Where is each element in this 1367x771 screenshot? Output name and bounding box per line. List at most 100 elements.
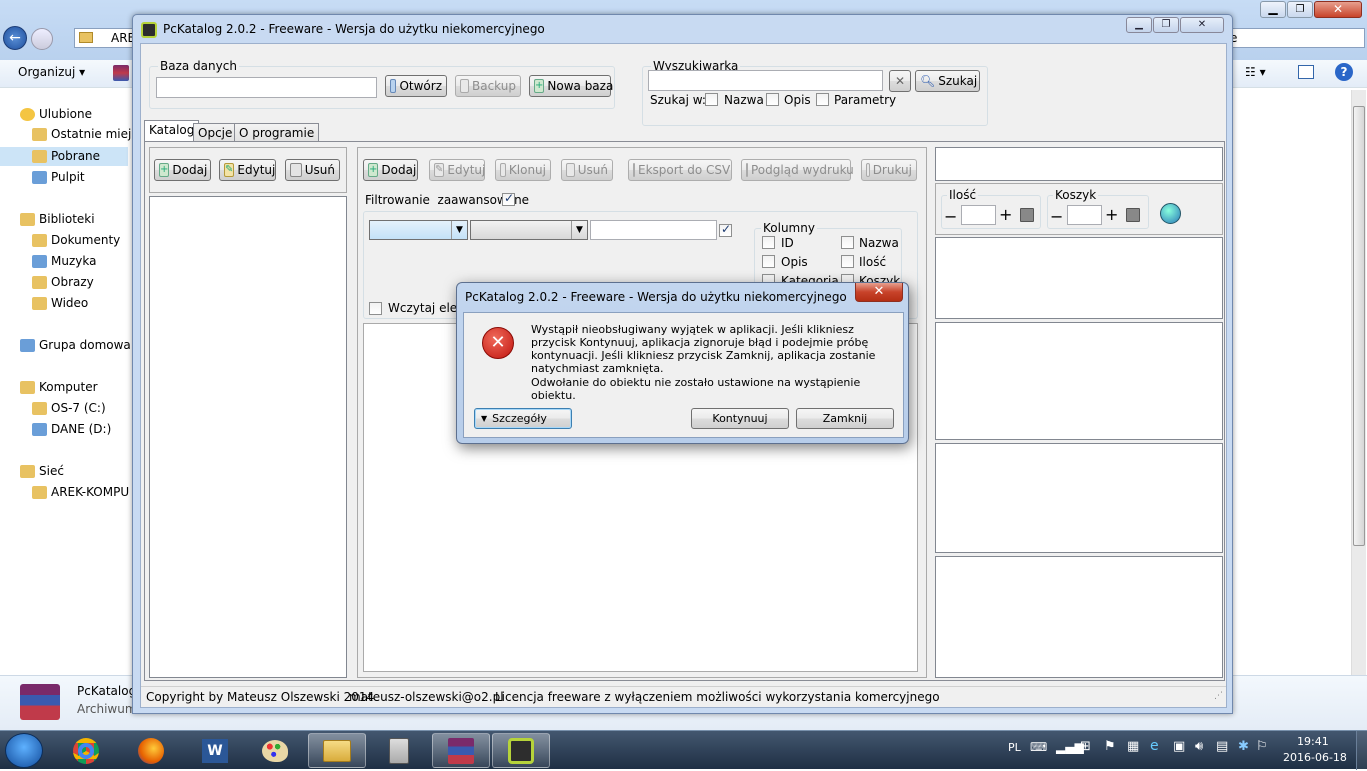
delete-item-button[interactable]: Usuń <box>561 159 613 181</box>
print-preview-button[interactable]: Podgląd wydruku <box>741 159 854 181</box>
export-csv-button[interactable]: Eksport do CSV <box>628 159 732 181</box>
windows-flag-icon[interactable]: ⊞ <box>1080 739 1091 754</box>
explorer-search-input[interactable]: e <box>1225 28 1365 48</box>
resize-grip-icon[interactable]: ⋰ <box>1214 691 1223 701</box>
nav-item-desktop[interactable]: Pulpit <box>32 170 85 184</box>
nav-item-drive-c[interactable]: OS-7 (C:) <box>32 401 106 415</box>
filter-value-input[interactable] <box>590 220 717 240</box>
column-name-checkbox[interactable] <box>841 236 854 249</box>
new-database-button[interactable]: + Nowa baza <box>529 75 613 97</box>
quantity-minus-icon[interactable]: − <box>944 207 957 226</box>
cart-plus-icon[interactable]: + <box>1105 205 1118 224</box>
print-button[interactable]: Drukuj <box>861 159 917 181</box>
quantity-plus-icon[interactable]: + <box>999 205 1012 224</box>
column-quantity-checkbox[interactable] <box>841 255 854 268</box>
help-icon[interactable]: ? <box>1335 63 1353 81</box>
pckatalog-taskbar-button[interactable] <box>492 733 550 768</box>
search-input[interactable] <box>648 70 883 91</box>
search-in-parameters-checkbox[interactable] <box>816 93 829 106</box>
flag-icon[interactable]: ⚐ <box>1256 739 1268 754</box>
forward-button[interactable] <box>31 28 53 50</box>
tab-catalog[interactable]: Katalog <box>144 120 200 141</box>
nav-item-homegroup[interactable]: Grupa domowa <box>20 338 131 352</box>
quantity-save-icon[interactable] <box>1020 208 1034 222</box>
column-description-checkbox[interactable] <box>762 255 775 268</box>
filter-operator-combo[interactable]: ▼ <box>470 220 588 240</box>
cart-minus-icon[interactable]: − <box>1050 207 1063 226</box>
app-maximize-icon[interactable]: ❐ <box>1153 17 1179 33</box>
start-button[interactable] <box>5 733 43 768</box>
nav-item-video[interactable]: Wideo <box>32 296 88 310</box>
winrar-taskbar-button[interactable] <box>432 733 490 768</box>
open-button[interactable]: Otwórz <box>385 75 447 97</box>
search-in-description-checkbox[interactable] <box>766 93 779 106</box>
nav-item-documents[interactable]: Dokumenty <box>32 233 120 247</box>
advanced-filter-checkbox[interactable] <box>502 191 515 206</box>
delete-category-button[interactable]: Usuń <box>285 159 340 181</box>
language-indicator[interactable]: PL <box>1008 741 1021 754</box>
close-icon[interactable]: ✕ <box>1314 1 1362 18</box>
organize-button[interactable]: Organizuj ▾ <box>18 65 85 79</box>
edit-category-button[interactable]: ✎ Edytuj <box>219 159 276 181</box>
nav-item-libraries[interactable]: Biblioteki <box>20 212 95 226</box>
add-category-button[interactable]: + Dodaj <box>154 159 211 181</box>
dialog-exit-button[interactable]: Zamknij <box>796 408 894 429</box>
security-icon[interactable]: ▣ <box>1173 739 1185 754</box>
tab-about[interactable]: O programie <box>234 123 320 141</box>
search-in-name-checkbox[interactable] <box>705 93 718 106</box>
clock-date[interactable]: 2016-06-18 <box>1283 751 1347 764</box>
nav-item-computer[interactable]: Komputer <box>20 380 98 394</box>
globe-icon[interactable] <box>1160 203 1181 224</box>
nav-item-downloads-folder[interactable]: Pobrane <box>0 147 128 166</box>
category-list[interactable] <box>149 196 347 678</box>
cart-input[interactable] <box>1067 205 1102 225</box>
calculator-taskbar-button[interactable] <box>370 733 428 768</box>
chrome-taskbar-button[interactable] <box>57 733 115 768</box>
clock-time[interactable]: 19:41 <box>1297 735 1329 748</box>
nav-item-pictures[interactable]: Obrazy <box>32 275 94 289</box>
dialog-details-button[interactable]: ▼ Szczegóły <box>474 408 572 429</box>
clone-item-button[interactable]: Klonuj <box>495 159 551 181</box>
tab-options[interactable]: Opcje <box>193 123 238 141</box>
nav-item-star[interactable]: Ulubione <box>20 107 92 121</box>
explorer-taskbar-button[interactable] <box>308 733 366 768</box>
dialog-continue-button[interactable]: Kontynuuj <box>691 408 789 429</box>
word-taskbar-button[interactable]: W <box>186 733 244 768</box>
ie-icon[interactable]: e <box>1150 738 1159 754</box>
keyboard-icon[interactable]: ⌨ <box>1030 740 1047 754</box>
clear-search-button[interactable]: ✕ <box>889 70 911 92</box>
filter-field-combo[interactable]: ▼ <box>369 220 468 240</box>
view-options-icon[interactable]: ☷ ▾ <box>1245 65 1266 79</box>
action-center-icon[interactable]: ⚑ <box>1104 739 1116 754</box>
backup-button[interactable]: Backup <box>455 75 521 97</box>
filter-enable-checkbox[interactable] <box>719 222 732 237</box>
preview-pane-icon[interactable] <box>1298 65 1314 79</box>
network-tray-icon[interactable]: ▦ <box>1127 739 1139 754</box>
nav-item-music[interactable]: Muzyka <box>32 254 96 268</box>
minimize-icon[interactable]: ▁ <box>1260 1 1286 18</box>
maximize-icon[interactable]: ❐ <box>1287 1 1313 18</box>
edit-item-button[interactable]: ✎ Edytuj <box>429 159 485 181</box>
column-id-checkbox[interactable] <box>762 236 775 249</box>
back-button[interactable]: ← <box>3 26 27 50</box>
load-elements-checkbox[interactable] <box>369 302 382 315</box>
address-bar[interactable]: ARE <box>74 28 135 48</box>
volume-icon[interactable]: 🔊︎ <box>1195 739 1203 754</box>
nav-item-recent-places[interactable]: Ostatnie miejs <box>32 127 138 141</box>
nav-item-drive-d[interactable]: DANE (D:) <box>32 422 111 436</box>
nav-item-network-computer[interactable]: AREK-KOMPU <box>32 485 129 499</box>
paint-taskbar-button[interactable] <box>246 733 304 768</box>
show-desktop-button[interactable] <box>1356 731 1367 770</box>
search-button[interactable]: 🔍︎ Szukaj <box>915 70 980 92</box>
cart-save-icon[interactable] <box>1126 208 1140 222</box>
nav-item-network[interactable]: Sieć <box>20 464 64 478</box>
database-path-input[interactable] <box>156 77 377 98</box>
quantity-input[interactable] <box>961 205 996 225</box>
dialog-close-button[interactable]: ✕ <box>855 283 903 302</box>
add-item-button[interactable]: + Dodaj <box>363 159 418 181</box>
app-minimize-icon[interactable]: ▁ <box>1126 17 1152 33</box>
bluetooth-icon[interactable]: ✱ <box>1238 739 1249 754</box>
monitor-icon[interactable]: ▤ <box>1216 739 1228 754</box>
explorer-scrollbar[interactable] <box>1351 90 1366 675</box>
scrollbar-thumb[interactable] <box>1353 106 1365 546</box>
